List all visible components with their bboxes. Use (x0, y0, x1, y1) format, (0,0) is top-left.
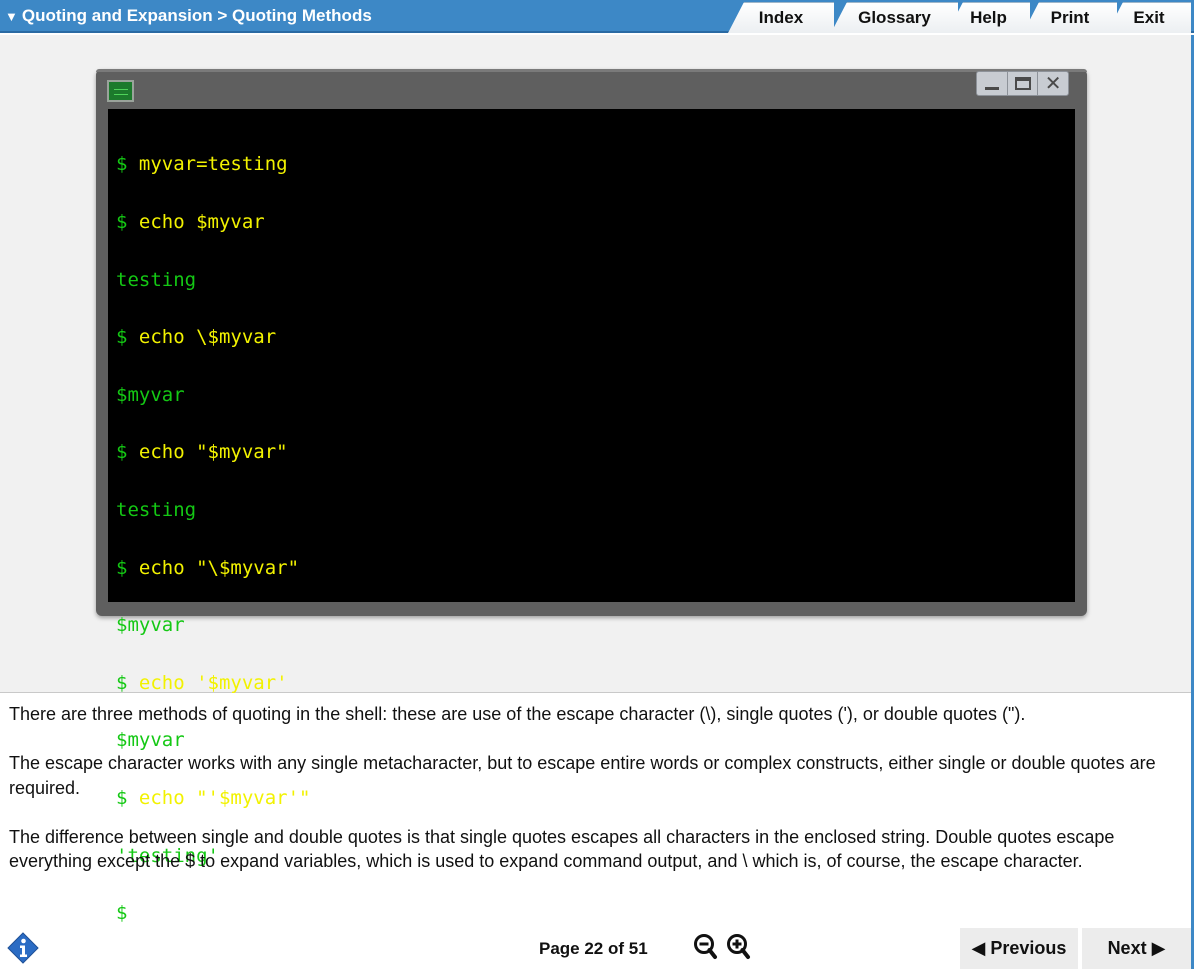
paragraph: The difference between single and double… (9, 826, 1115, 872)
terminal-line: testing (116, 268, 197, 291)
tab-index[interactable]: Index (728, 2, 834, 33)
breadcrumb[interactable]: ▼ Quoting and Expansion > Quoting Method… (5, 6, 372, 26)
terminal-line: $ echo '$myvar' (116, 671, 288, 694)
maximize-button[interactable] (1008, 72, 1039, 95)
terminal-icon (107, 80, 134, 102)
paragraph: The escape character works with any sing… (9, 753, 1156, 798)
next-button[interactable]: Next ▶ (1082, 928, 1191, 969)
terminal-line: $ echo "$myvar" (116, 441, 288, 464)
terminal-line: $ echo \$myvar (116, 326, 277, 349)
terminal-line: $ echo $myvar (116, 211, 265, 233)
window-controls: ✕ (976, 71, 1069, 96)
zoom-out-button[interactable] (693, 933, 719, 961)
info-button[interactable] (7, 932, 39, 964)
terminal-line: $ echo "\$myvar" (116, 556, 300, 579)
paragraph: There are three methods of quoting in th… (9, 704, 1026, 724)
maximize-icon (1014, 77, 1031, 90)
terminal-line: $myvar (116, 614, 185, 637)
minimize-button[interactable] (977, 72, 1008, 95)
tab-help[interactable]: Help (947, 2, 1030, 33)
close-button[interactable]: ✕ (1038, 72, 1068, 95)
tab-glossary[interactable]: Glossary (831, 2, 958, 33)
breadcrumb-text: Quoting and Expansion > Quoting Methods (21, 6, 372, 25)
content-stage: ✕ $ myvar=testing $ echo $myvar testing … (0, 35, 1194, 923)
footer-bar: Page 22 of 51 ◀ Previous Next ▶ (0, 925, 1194, 969)
zoom-out-icon (694, 934, 717, 959)
terminal-screen: $ myvar=testing $ echo $myvar testing $ … (108, 109, 1075, 923)
terminal-line: $ myvar=testing (116, 153, 288, 176)
minimize-icon (984, 87, 999, 90)
close-icon: ✕ (1044, 72, 1062, 95)
terminal-window: ✕ $ myvar=testing $ echo $myvar testing … (96, 69, 1087, 923)
terminal-line: $myvar (116, 383, 185, 406)
tab-print[interactable]: Print (1023, 2, 1117, 33)
top-bar: ▼ Quoting and Expansion > Quoting Method… (0, 0, 1194, 33)
previous-button[interactable]: ◀ Previous (960, 928, 1078, 969)
info-icon (7, 932, 39, 964)
triangle-down-icon: ▼ (5, 8, 18, 24)
tab-exit[interactable]: Exit (1107, 2, 1191, 33)
explanation-text: There are three methods of quoting in th… (0, 694, 1194, 920)
zoom-in-button[interactable] (726, 933, 752, 961)
zoom-in-icon (727, 934, 750, 959)
terminal-line: testing (116, 498, 197, 521)
page-indicator: Page 22 of 51 (539, 939, 648, 958)
